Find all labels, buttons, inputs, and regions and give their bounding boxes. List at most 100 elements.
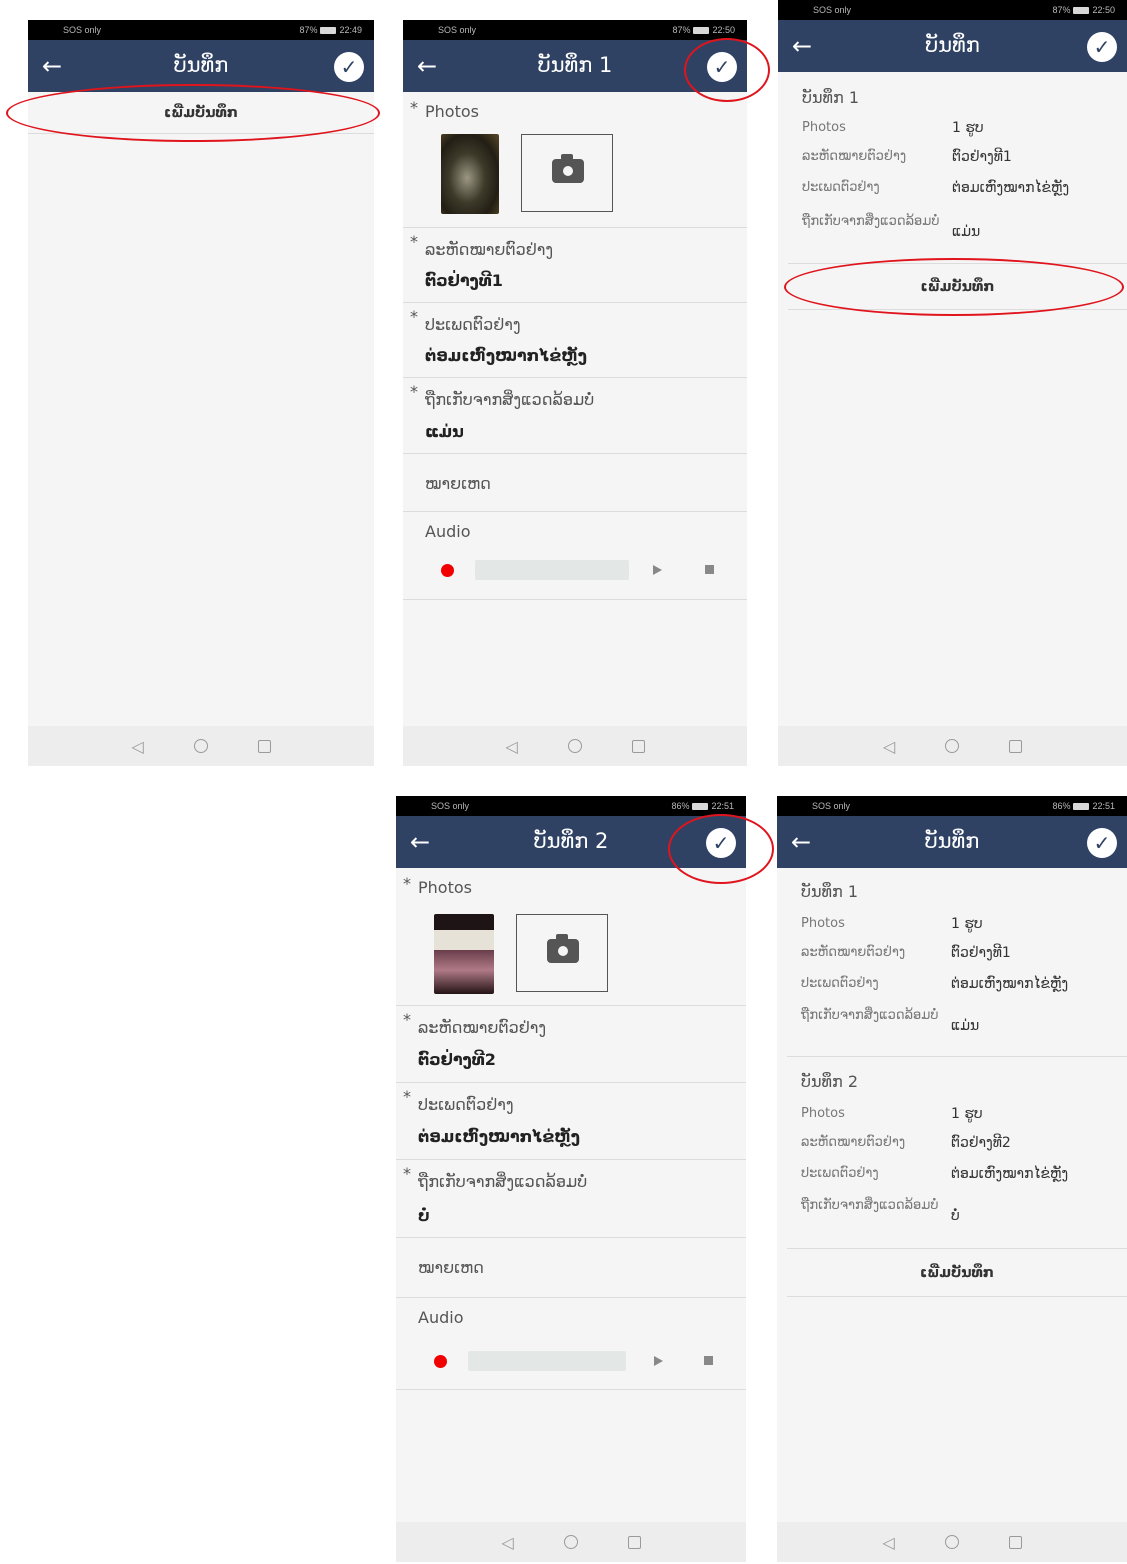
add-record-button[interactable]: ເພີ່ມບັນທຶກ <box>28 92 374 134</box>
status-bar: SOS only 86% 22:51 <box>777 796 1127 816</box>
back-arrow-icon[interactable]: ← <box>786 30 818 62</box>
summary-row: ຖືກເກັບຈາກສິ່ງແວດລ້ອມບໍ່ ບໍ່ <box>801 1198 960 1224</box>
back-arrow-icon[interactable]: ← <box>36 50 68 82</box>
stop-icon[interactable] <box>705 565 714 574</box>
page-title: ບັນທຶກ 2 <box>533 829 609 853</box>
environment-label: ຖືກເກັບຈາກສິ່ງແວດລ້ອມບໍ່ <box>425 390 595 409</box>
sample-type-value: ຕ່ອມເຫົງໝາກໄຂ່ຫຼັງ <box>425 346 587 365</box>
page-title: ບັນທຶກ 1 <box>537 53 613 77</box>
play-icon[interactable] <box>654 1356 663 1366</box>
required-star: * <box>403 1164 411 1183</box>
required-star: * <box>403 874 411 893</box>
clock: 22:51 <box>1092 801 1115 811</box>
photos-field: * Photos <box>396 868 746 1006</box>
record-title: ບັນທຶກ 2 <box>801 1072 859 1091</box>
summary-row: ລະຫັດໝາຍຕົວຢ່າງ ຕົວຢ່າງທີ2 <box>801 1135 1011 1151</box>
nav-back-icon[interactable]: ◁ <box>882 1533 894 1552</box>
nav-recents-icon[interactable] <box>1008 1535 1022 1549</box>
system-nav-bar: ◁ <box>28 726 374 766</box>
environment-value: ແມ່ນ <box>425 422 464 441</box>
audio-field: Audio <box>403 512 747 600</box>
save-check-icon[interactable]: ✓ <box>1087 32 1117 62</box>
add-record-button[interactable]: ເພີ່ມບັນທຶກ <box>787 1249 1127 1297</box>
note-field[interactable]: ໝາຍເຫດ <box>403 454 747 512</box>
nav-recents-icon[interactable] <box>631 739 645 753</box>
save-check-icon[interactable]: ✓ <box>706 828 736 858</box>
battery-icon <box>320 26 337 34</box>
audio-progress-bar <box>468 1351 626 1371</box>
nav-back-icon[interactable]: ◁ <box>501 1533 513 1552</box>
system-nav-bar: ◁ <box>778 726 1127 766</box>
battery-icon <box>693 26 710 34</box>
nav-home-icon[interactable] <box>193 739 208 753</box>
status-bar: SOS only 87% 22:50 <box>778 0 1127 20</box>
nav-home-icon[interactable] <box>567 739 582 753</box>
save-check-icon[interactable]: ✓ <box>707 52 737 82</box>
nav-home-icon[interactable] <box>563 1535 578 1549</box>
required-star: * <box>410 98 418 117</box>
sample-code-field[interactable]: * ລະຫັດໝາຍຕົວຢ່າງ ຕົວຢ່າງທີ1 <box>403 228 747 303</box>
status-bar: SOS only 86% 22:51 <box>396 796 746 816</box>
summary-row: ລະຫັດໝາຍຕົວຢ່າງ ຕົວຢ່າງທີ1 <box>802 149 1012 165</box>
screen-2: SOS only 87% 22:50 ← ບັນທຶກ 1 ✓ * Photos … <box>403 20 747 766</box>
sample-type-label: ປະເພດຕົວຢ່າງ <box>418 1095 514 1114</box>
add-photo-button[interactable] <box>516 914 608 992</box>
page-title: ບັນທຶກ <box>925 33 980 57</box>
audio-field: Audio <box>396 1298 746 1390</box>
note-field[interactable]: ໝາຍເຫດ <box>396 1238 746 1298</box>
app-bar: ← ບັນທຶກ ✓ <box>28 40 374 92</box>
system-nav-bar: ◁ <box>396 1522 746 1562</box>
note-label: ໝາຍເຫດ <box>425 474 491 493</box>
photo-thumbnail[interactable] <box>441 134 499 214</box>
summary-row: ປະເພດຕົວຢ່າງ ຕ່ອມເຫົງໝາກໄຂ່ຫຼັງ <box>802 180 1070 196</box>
photo-thumbnail[interactable] <box>434 914 494 994</box>
sample-code-field[interactable]: * ລະຫັດໝາຍຕົວຢ່າງ ຕົວຢ່າງທີ2 <box>396 1006 746 1083</box>
summary-row: Photos 1 ຮູບ <box>801 1106 983 1122</box>
record-button[interactable] <box>441 564 454 577</box>
carrier-text: SOS only <box>812 801 851 811</box>
save-check-icon[interactable]: ✓ <box>1087 828 1117 858</box>
nav-home-icon[interactable] <box>944 1535 959 1549</box>
screen-1: SOS only 87% 22:49 ← ບັນທຶກ ✓ ເພີ່ມບັນທຶກ… <box>28 20 374 766</box>
nav-back-icon[interactable]: ◁ <box>131 737 143 756</box>
carrier-text: SOS only <box>813 5 852 15</box>
back-arrow-icon[interactable]: ← <box>404 826 436 858</box>
record-title: ບັນທຶກ 1 <box>801 882 859 901</box>
battery-icon <box>1073 802 1090 810</box>
battery-percent: 87% <box>1052 5 1071 15</box>
add-photo-button[interactable] <box>521 134 613 212</box>
nav-home-icon[interactable] <box>945 739 960 753</box>
sample-code-value: ຕົວຢ່າງທີ2 <box>418 1050 496 1069</box>
nav-back-icon[interactable]: ◁ <box>883 737 895 756</box>
divider <box>787 1056 1127 1057</box>
required-star: * <box>410 232 418 251</box>
play-icon[interactable] <box>653 565 662 575</box>
sample-type-field[interactable]: * ປະເພດຕົວຢ່າງ ຕ່ອມເຫົງໝາກໄຂ່ຫຼັງ <box>403 303 747 378</box>
note-label: ໝາຍເຫດ <box>418 1258 484 1277</box>
back-arrow-icon[interactable]: ← <box>411 50 443 82</box>
audio-label: Audio <box>418 1308 464 1327</box>
nav-recents-icon[interactable] <box>1009 739 1023 753</box>
audio-label: Audio <box>425 522 471 541</box>
environment-field[interactable]: * ຖືກເກັບຈາກສິ່ງແວດລ້ອມບໍ່ ແມ່ນ <box>403 378 747 454</box>
add-record-button[interactable]: ເພີ່ມບັນທຶກ <box>788 264 1127 310</box>
record-button[interactable] <box>434 1355 447 1368</box>
battery-icon <box>692 802 709 810</box>
sample-type-label: ປະເພດຕົວຢ່າງ <box>425 315 521 334</box>
sample-code-label: ລະຫັດໝາຍຕົວຢ່າງ <box>418 1018 547 1037</box>
save-check-icon[interactable]: ✓ <box>334 52 364 82</box>
back-arrow-icon[interactable]: ← <box>785 826 817 858</box>
system-nav-bar: ◁ <box>777 1522 1127 1562</box>
environment-label: ຖືກເກັບຈາກສິ່ງແວດລ້ອມບໍ່ <box>418 1172 588 1191</box>
environment-field[interactable]: * ຖືກເກັບຈາກສິ່ງແວດລ້ອມບໍ່ ບໍ່ <box>396 1160 746 1238</box>
sample-code-label: ລະຫັດໝາຍຕົວຢ່າງ <box>425 240 554 259</box>
status-bar: SOS only 87% 22:49 <box>28 20 374 40</box>
status-bar: SOS only 87% 22:50 <box>403 20 747 40</box>
required-star: * <box>403 1087 411 1106</box>
stop-icon[interactable] <box>704 1356 713 1365</box>
nav-back-icon[interactable]: ◁ <box>505 737 517 756</box>
nav-recents-icon[interactable] <box>257 739 271 753</box>
nav-recents-icon[interactable] <box>627 1535 641 1549</box>
battery-percent: 87% <box>299 25 318 35</box>
sample-type-field[interactable]: * ປະເພດຕົວຢ່າງ ຕ່ອມເຫົງໝາກໄຂ່ຫຼັງ <box>396 1083 746 1160</box>
